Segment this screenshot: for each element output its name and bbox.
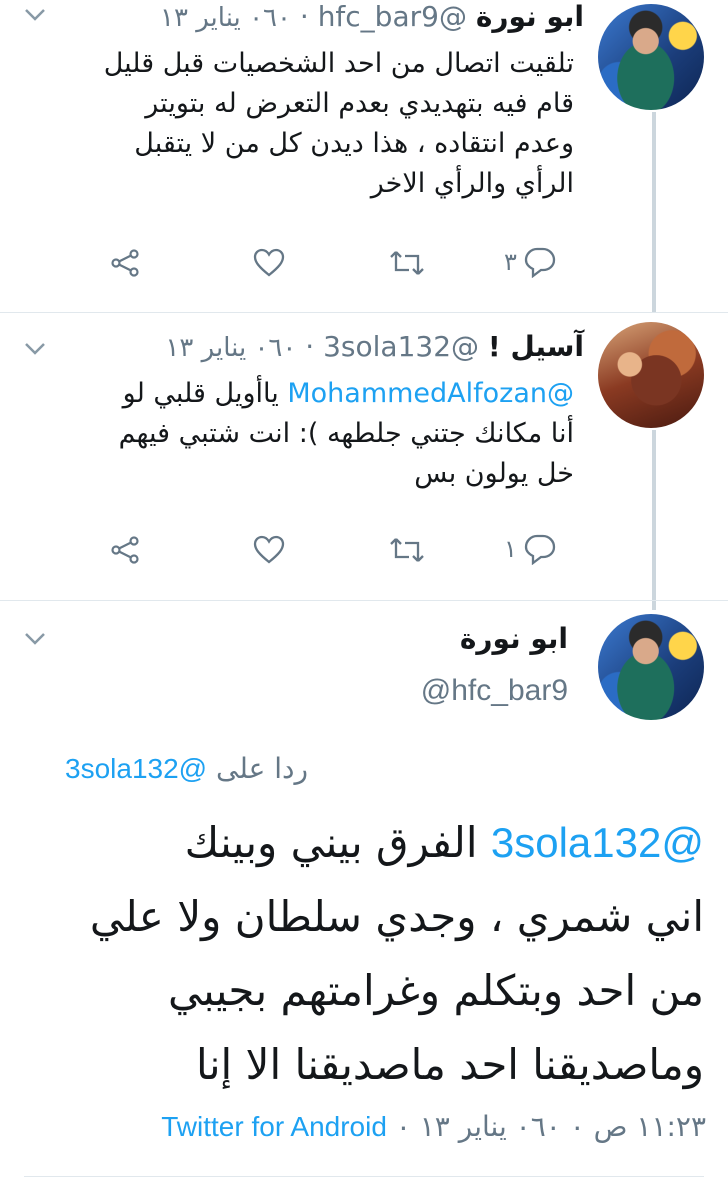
tweet-source[interactable]: Twitter for Android (161, 1111, 387, 1142)
chevron-down-icon[interactable] (24, 632, 46, 646)
thread-line (652, 430, 656, 610)
text-fragment: الفرق بيني وبينك (184, 818, 478, 867)
reply-count: ١ (504, 535, 517, 563)
replying-to: ردا على @3sola132 (65, 752, 308, 785)
retweet-button[interactable] (389, 250, 425, 276)
like-button[interactable] (253, 535, 285, 565)
retweet-button[interactable] (389, 537, 425, 563)
main-tweet-text: @3sola132 الفرق بيني وبينك اني شمري ، وج… (14, 806, 704, 1102)
text-line: @3sola132 الفرق بيني وبينك (14, 806, 704, 880)
tweet-text: تلقيت اتصال من احد الشخصيات قبل قليل قام… (34, 44, 574, 204)
retweet-icon (390, 251, 424, 275)
text-fragment: ياأويل قلبي لو (122, 378, 279, 409)
text-line: قام فيه بتهديدي بعدم التعرض له بتويتر (145, 88, 574, 119)
tweet-date[interactable]: ٠٦٠ يناير ١٣ (165, 333, 296, 363)
text-line: من احد وبتكلم وغرامتهم بجيبي (168, 966, 704, 1015)
text-line: تلقيت اتصال من احد الشخصيات قبل قليل (103, 48, 574, 79)
avatar[interactable] (598, 4, 704, 110)
text-line: وعدم انتقاده ، هذا ديدن كل من لا يتقبل (134, 128, 574, 159)
share-button[interactable] (110, 535, 140, 565)
author-name[interactable]: ابو نورة (460, 622, 568, 655)
reply-count: ٣ (504, 248, 517, 276)
reply-button[interactable]: ١ (504, 533, 557, 565)
text-line: وماصديقنا احد ماصديقنا الا إنا (196, 1040, 704, 1089)
reply-icon (524, 247, 556, 278)
tweet-meta: ١١:٢٣ ص ٠ ٠٦٠ يناير ١٣ ٠ Twitter for And… (161, 1110, 706, 1143)
like-icon (253, 535, 285, 564)
reply-icon (524, 534, 556, 565)
like-button[interactable] (253, 248, 285, 278)
author-handle[interactable]: @3sola132 (323, 330, 479, 363)
tweet-date[interactable]: ٠٦٠ يناير ١٣ (160, 3, 291, 33)
mention-link[interactable]: @3sola132 (491, 819, 704, 866)
text-line: الرأي والرأي الاخر (370, 168, 574, 199)
divider (0, 600, 728, 601)
retweet-icon (390, 538, 424, 562)
replying-label: ردا على (216, 752, 308, 785)
share-button[interactable] (110, 248, 140, 278)
like-icon (253, 248, 285, 277)
text-line: @MohammedAlfozan ياأويل قلبي لو (34, 374, 574, 414)
divider (24, 1176, 704, 1177)
replying-handle[interactable]: @3sola132 (65, 753, 207, 784)
reply-button[interactable]: ٣ (504, 246, 557, 278)
text-line: خل يولون بس (414, 458, 574, 489)
author-handle[interactable]: @hfc_bar9 (421, 674, 568, 708)
tweet-header: آسيل ! @3sola132 · ٠٦٠ يناير ١٣ (165, 330, 584, 363)
author-handle[interactable]: @hfc_bar9 (318, 0, 467, 33)
share-icon (111, 249, 139, 277)
tweet-timestamp: ١١:٢٣ ص ٠ ٠٦٠ يناير ١٣ ٠ (395, 1110, 706, 1143)
avatar[interactable] (598, 322, 704, 428)
author-name[interactable]: ابو نورة (476, 0, 584, 33)
tweet-header: ابو نورة @hfc_bar9 · ٠٦٠ يناير ١٣ (160, 0, 584, 33)
share-icon (111, 536, 139, 564)
divider (0, 312, 728, 313)
text-line: اني شمري ، وجدي سلطان ولا علي (89, 892, 704, 941)
author-name[interactable]: آسيل ! (488, 330, 584, 363)
mention-link[interactable]: @MohammedAlfozan (287, 378, 574, 409)
tweet-text: @MohammedAlfozan ياأويل قلبي لو أنا مكان… (34, 374, 574, 494)
text-line: أنا مكانك جتني جلطهه ): انت شتبي فيهم (118, 418, 574, 449)
avatar[interactable] (598, 614, 704, 720)
thread-line (652, 112, 656, 312)
